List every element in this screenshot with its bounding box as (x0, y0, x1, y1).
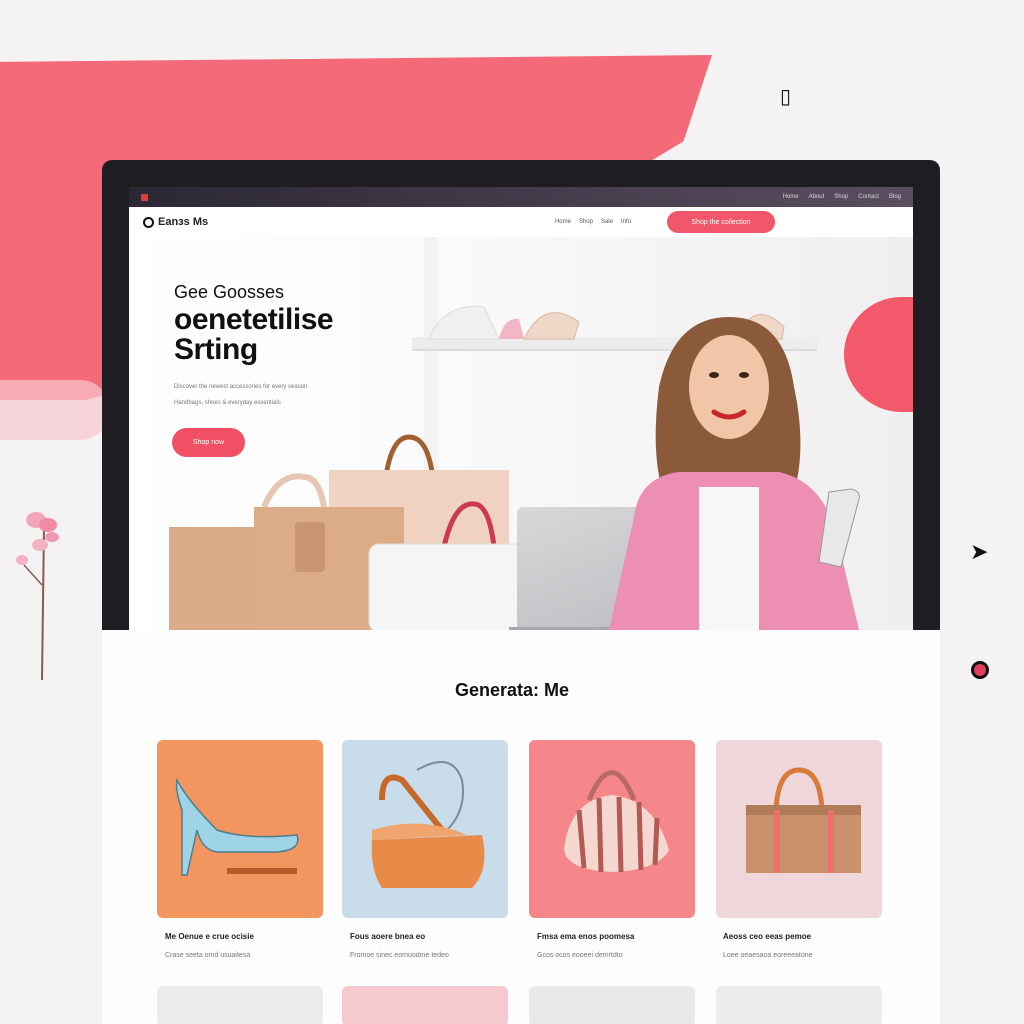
arrow-icon: ➤ (970, 540, 989, 565)
product-title[interactable]: Fous aoere bnea eo (350, 932, 425, 941)
nav-link[interactable]: Sale (601, 219, 613, 225)
website-screen: Home About Shop Contact Blog Eanɜs Ms Ho… (129, 187, 913, 630)
brand-name: Eanɜs Ms (158, 216, 209, 228)
top-logo (141, 192, 185, 202)
product-title[interactable]: Aeoss ceo eeas pemoe (723, 932, 811, 941)
product-card[interactable] (157, 986, 323, 1024)
top-link[interactable]: About (809, 194, 825, 200)
nav-link[interactable]: Info (621, 219, 631, 225)
product-subtitle: Crase seeta omd usuaitesa (165, 952, 251, 959)
logo-icon (143, 216, 154, 228)
brand-logo[interactable]: Eanɜs Ms (143, 216, 208, 228)
product-subtitle: Loee oeaesaoa eoreeeatone (723, 952, 813, 959)
main-navbar: Eanɜs Ms Home Shop Sale Info Shop the co… (129, 207, 913, 237)
flower-decoration (16, 512, 59, 681)
hero-section: Gee Goosses oenetetilise Srting Discover… (129, 237, 913, 630)
top-link[interactable]: Home (783, 194, 799, 200)
product-subtitle: Gcos ocos eooeei demrtdto (537, 952, 623, 959)
product-title[interactable]: Fmsa ema enos poomesa (537, 932, 634, 941)
background-wash (0, 380, 110, 440)
shoulder-bag-image (342, 740, 508, 918)
high-heel-image (157, 740, 323, 918)
section-title: Generata: Me (454, 680, 570, 700)
nav-links: Home Shop Sale Info (555, 219, 631, 225)
model-image (609, 317, 860, 630)
nav-link[interactable]: Shop (579, 219, 593, 225)
product-card[interactable] (157, 740, 323, 918)
top-link[interactable]: Shop (834, 194, 848, 200)
hero-title-line: oenetetilise (174, 303, 334, 336)
top-bar: Home About Shop Contact Blog (129, 187, 913, 207)
tote-bag-image (716, 740, 882, 918)
product-card[interactable] (529, 986, 695, 1024)
striped-bag-image (529, 740, 695, 918)
top-links: Home About Shop Contact Blog (783, 194, 901, 200)
product-card[interactable] (716, 740, 882, 918)
product-title[interactable]: Me Oenue e crue ocisie (165, 932, 254, 941)
product-card[interactable] (529, 740, 695, 918)
bag-icon: ▯ (780, 84, 792, 108)
hero-description: Discover the newest accessories for ever… (174, 379, 354, 411)
top-link[interactable]: Contact (858, 194, 879, 200)
hero-text-line: Handbags, shoes & everyday essentials (174, 400, 281, 406)
handbags-image (169, 434, 529, 630)
nav-cta-button[interactable]: Shop the collection (667, 211, 775, 233)
nav-link[interactable]: Home (555, 219, 571, 225)
product-card[interactable] (342, 740, 508, 918)
product-subtitle: Fromoe sinec eomuodme tedeo (350, 952, 449, 959)
hero-text-line: Discover the newest accessories for ever… (174, 384, 308, 390)
hero-title-line: Srting (174, 333, 258, 366)
top-link[interactable]: Blog (889, 194, 901, 200)
monitor-frame: Home About Shop Contact Blog Eanɜs Ms Ho… (102, 160, 940, 630)
product-card[interactable] (716, 986, 882, 1024)
product-card[interactable] (342, 986, 508, 1024)
decorative-dot (971, 661, 989, 679)
hero-title: oenetetilise Srting (174, 303, 334, 366)
hero-kicker: Gee Goosses (174, 282, 285, 302)
